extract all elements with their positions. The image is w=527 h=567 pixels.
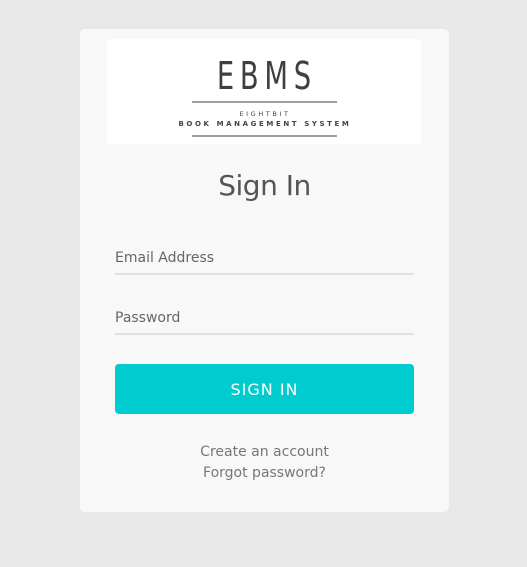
logo-mark: EBMS [216,54,317,98]
sign-in-card: EBMS EIGHTBIT BOOK MANAGEMENT SYSTEM Sig… [80,29,449,512]
create-account-link[interactable]: Create an account [80,444,449,460]
logo-divider-top [192,101,337,103]
email-field[interactable] [115,243,414,275]
ebms-logo: EBMS EIGHTBIT BOOK MANAGEMENT SYSTEM [107,39,421,144]
password-field[interactable] [115,303,414,335]
logo-subtitle-line1: EIGHTBIT [239,110,291,118]
forgot-password-link[interactable]: Forgot password? [80,465,449,481]
logo-subtitle-line2: BOOK MANAGEMENT SYSTEM [178,120,352,128]
logo-divider-bottom [192,135,337,137]
sign-in-button[interactable]: SIGN IN [115,364,414,414]
page-title: Sign In [218,169,311,202]
